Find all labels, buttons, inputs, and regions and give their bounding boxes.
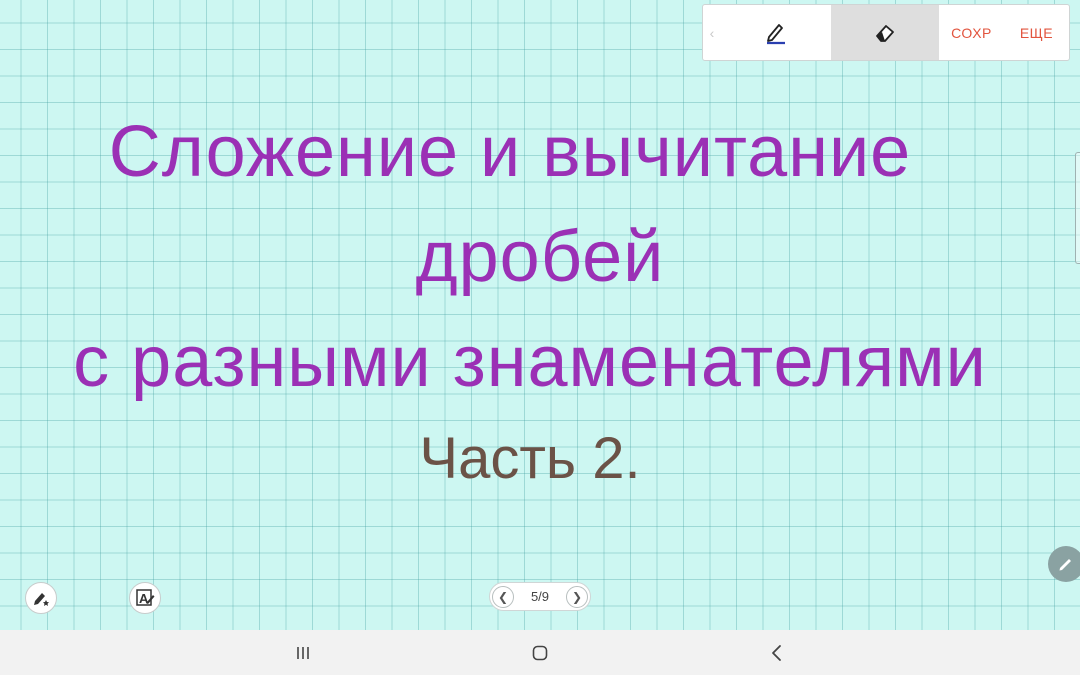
edit-floating-button[interactable] xyxy=(1048,546,1080,582)
next-page-button[interactable]: ❯ xyxy=(565,585,588,608)
chevron-left-icon: ❮ xyxy=(497,589,509,604)
side-panel-handle[interactable] xyxy=(1075,152,1080,264)
back-button[interactable] xyxy=(762,642,792,664)
chevron-right-icon: ❯ xyxy=(571,589,583,604)
eraser-icon xyxy=(876,24,894,42)
page-counter: 5/9 xyxy=(530,589,550,604)
pen-settings-button[interactable] xyxy=(25,582,57,614)
page-navigator: ❮ 5/9 ❯ xyxy=(489,582,591,611)
eraser-tool-button[interactable] xyxy=(831,5,939,60)
text-recognition-icon: A xyxy=(136,589,155,606)
pen-star-icon xyxy=(34,593,49,606)
title-line-1: Сложение и вычитание xyxy=(108,112,912,192)
pen-toolbar: ‹ СОХР ЕЩЕ xyxy=(702,4,1070,61)
board-title: Сложение и вычитание дробей с разными зн… xyxy=(0,100,1080,415)
text-recognition-button[interactable]: A xyxy=(129,582,161,614)
system-navigation-bar xyxy=(0,630,1080,675)
home-icon xyxy=(532,645,548,661)
home-button[interactable] xyxy=(525,642,555,664)
chevron-left-icon: ‹ xyxy=(709,24,715,41)
pen-icon xyxy=(767,23,785,44)
recents-icon xyxy=(297,647,309,659)
title-line-2: дробей xyxy=(415,217,665,297)
board-subtitle: Часть 2. xyxy=(419,426,641,491)
pen-tool-button[interactable] xyxy=(721,5,831,60)
save-button[interactable]: СОХР xyxy=(939,5,1004,60)
recents-button[interactable] xyxy=(288,642,318,664)
pencil-icon xyxy=(1059,559,1071,571)
drawing-canvas[interactable]: Сложение и вычитание дробей с разными зн… xyxy=(0,0,1080,630)
more-button[interactable]: ЕЩЕ xyxy=(1004,5,1069,60)
back-icon xyxy=(772,645,781,661)
toolbar-collapse-button[interactable]: ‹ xyxy=(703,5,721,60)
title-line-3: с разными знаменателями xyxy=(73,322,987,402)
previous-page-button[interactable]: ❮ xyxy=(492,585,514,608)
